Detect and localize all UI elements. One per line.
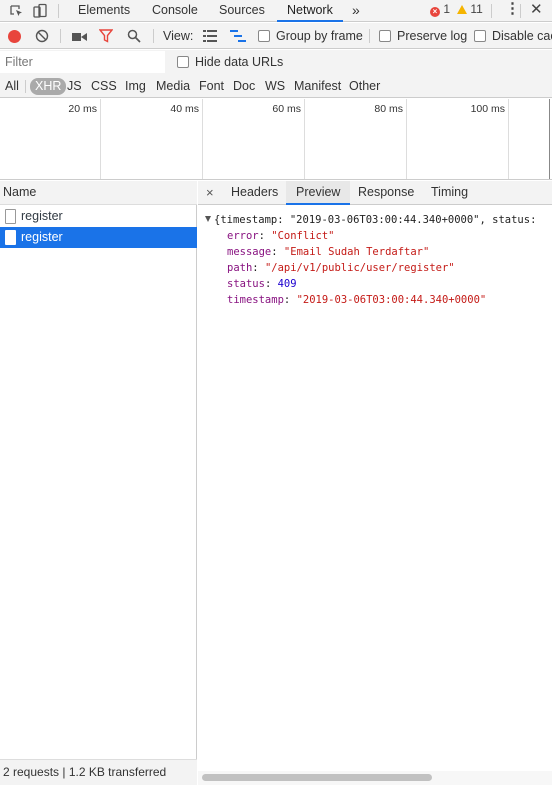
timeline-tick-label: 20 ms <box>68 103 97 115</box>
request-list-panel: Name register register 2 requests | 1.2 … <box>0 181 197 785</box>
network-toolbar: View: Group by frame Preserve log Disabl… <box>0 23 552 49</box>
divider <box>58 4 59 18</box>
waterfall-icon[interactable] <box>230 30 246 45</box>
tab-timing[interactable]: Timing <box>431 181 468 205</box>
device-toolbar-icon[interactable] <box>32 3 48 19</box>
timeline-gridline <box>202 99 203 179</box>
tab-network[interactable]: Network <box>277 0 343 22</box>
type-all[interactable]: All <box>3 78 21 95</box>
divider <box>520 4 521 18</box>
divider <box>25 80 26 93</box>
clear-icon[interactable] <box>35 29 49 46</box>
request-row[interactable]: register <box>0 206 197 227</box>
video-camera-icon[interactable] <box>72 31 87 45</box>
divider <box>153 29 154 43</box>
timeline-tick-label: 80 ms <box>374 103 403 115</box>
more-tabs-button[interactable]: » <box>352 0 360 22</box>
tab-sources[interactable]: Sources <box>219 0 265 22</box>
divider <box>60 29 61 43</box>
preserve-log-label: Preserve log <box>397 29 468 43</box>
filter-row: Hide data URLs <box>0 50 552 74</box>
warning-icon <box>457 5 467 14</box>
type-font[interactable]: Font <box>197 78 226 95</box>
timeline-gridline <box>304 99 305 179</box>
divider <box>491 4 492 18</box>
record-button[interactable] <box>8 30 21 43</box>
detail-tabbar: × Headers Preview Response Timing <box>198 181 552 205</box>
filter-icon[interactable] <box>98 29 114 46</box>
timeline-gridline <box>549 99 550 179</box>
tab-console[interactable]: Console <box>152 0 198 22</box>
view-label: View: <box>163 29 194 43</box>
request-name: register <box>21 230 63 244</box>
type-media[interactable]: Media <box>154 78 192 95</box>
resource-type-filters: All XHR JS CSS Img Media Font Doc WS Man… <box>0 74 552 98</box>
more-options-icon[interactable]: ⋮ <box>505 0 520 22</box>
document-icon <box>5 209 16 224</box>
type-css[interactable]: CSS <box>89 78 119 95</box>
search-icon[interactable] <box>127 29 141 46</box>
request-detail-panel: × Headers Preview Response Timing {times… <box>198 181 552 785</box>
type-doc[interactable]: Doc <box>231 78 257 95</box>
close-devtools-icon[interactable]: ✕ <box>530 0 543 22</box>
document-icon <box>5 230 16 245</box>
inspect-element-icon[interactable] <box>8 3 24 19</box>
json-field: path: "/api/v1/public/user/register" <box>227 262 455 274</box>
error-icon: × <box>430 7 440 17</box>
timeline-tick-label: 60 ms <box>272 103 301 115</box>
warning-count[interactable]: 11 <box>457 0 483 22</box>
type-other[interactable]: Other <box>347 78 382 95</box>
group-by-frame-checkbox[interactable] <box>258 30 270 42</box>
tab-response[interactable]: Response <box>358 181 414 205</box>
tab-elements[interactable]: Elements <box>78 0 130 22</box>
error-count[interactable]: × 1 <box>430 0 450 22</box>
divider <box>369 29 370 43</box>
timeline-tick-label: 100 ms <box>470 103 505 115</box>
request-row-selected[interactable]: register <box>0 227 197 248</box>
disable-cache-checkbox[interactable] <box>474 30 486 42</box>
json-field: message: "Email Sudah Terdaftar" <box>227 246 430 258</box>
large-rows-icon[interactable] <box>203 30 217 45</box>
type-manifest[interactable]: Manifest <box>292 78 343 95</box>
json-field: timestamp: "2019-03-06T03:00:44.340+0000… <box>227 294 487 306</box>
filter-input[interactable] <box>0 51 165 73</box>
json-field: error: "Conflict" <box>227 230 335 242</box>
hide-data-urls-label: Hide data URLs <box>195 55 284 69</box>
type-xhr[interactable]: XHR <box>30 78 67 95</box>
request-name: register <box>21 209 63 223</box>
disable-cache-label: Disable cac <box>492 29 552 43</box>
preserve-log-checkbox[interactable] <box>379 30 391 42</box>
type-img[interactable]: Img <box>123 78 148 95</box>
tab-preview[interactable]: Preview <box>286 181 351 205</box>
group-by-frame-label: Group by frame <box>276 29 363 43</box>
close-detail-icon[interactable]: × <box>206 181 214 204</box>
expand-caret-icon[interactable] <box>205 216 211 222</box>
hide-data-urls-checkbox[interactable] <box>177 56 189 68</box>
timeline-gridline <box>406 99 407 179</box>
tab-headers[interactable]: Headers <box>231 181 278 205</box>
horizontal-scrollbar-thumb[interactable] <box>202 774 432 781</box>
json-root[interactable]: {timestamp: "2019-03-06T03:00:44.340+000… <box>205 212 536 228</box>
timeline-gridline <box>508 99 509 179</box>
timeline-tick-label: 40 ms <box>170 103 199 115</box>
type-ws[interactable]: WS <box>263 78 287 95</box>
json-preview: {timestamp: "2019-03-06T03:00:44.340+000… <box>198 209 552 317</box>
devtools-tabbar: Elements Console Sources Network » × 1 1… <box>0 0 552 22</box>
timeline-gridline <box>100 99 101 179</box>
timeline-overview[interactable]: 20 ms 40 ms 60 ms 80 ms 100 ms <box>0 99 552 180</box>
json-field: status: 409 <box>227 278 297 290</box>
name-column-header[interactable]: Name <box>0 181 197 205</box>
network-summary: 2 requests | 1.2 KB transferred <box>0 759 197 785</box>
type-js[interactable]: JS <box>65 78 84 95</box>
